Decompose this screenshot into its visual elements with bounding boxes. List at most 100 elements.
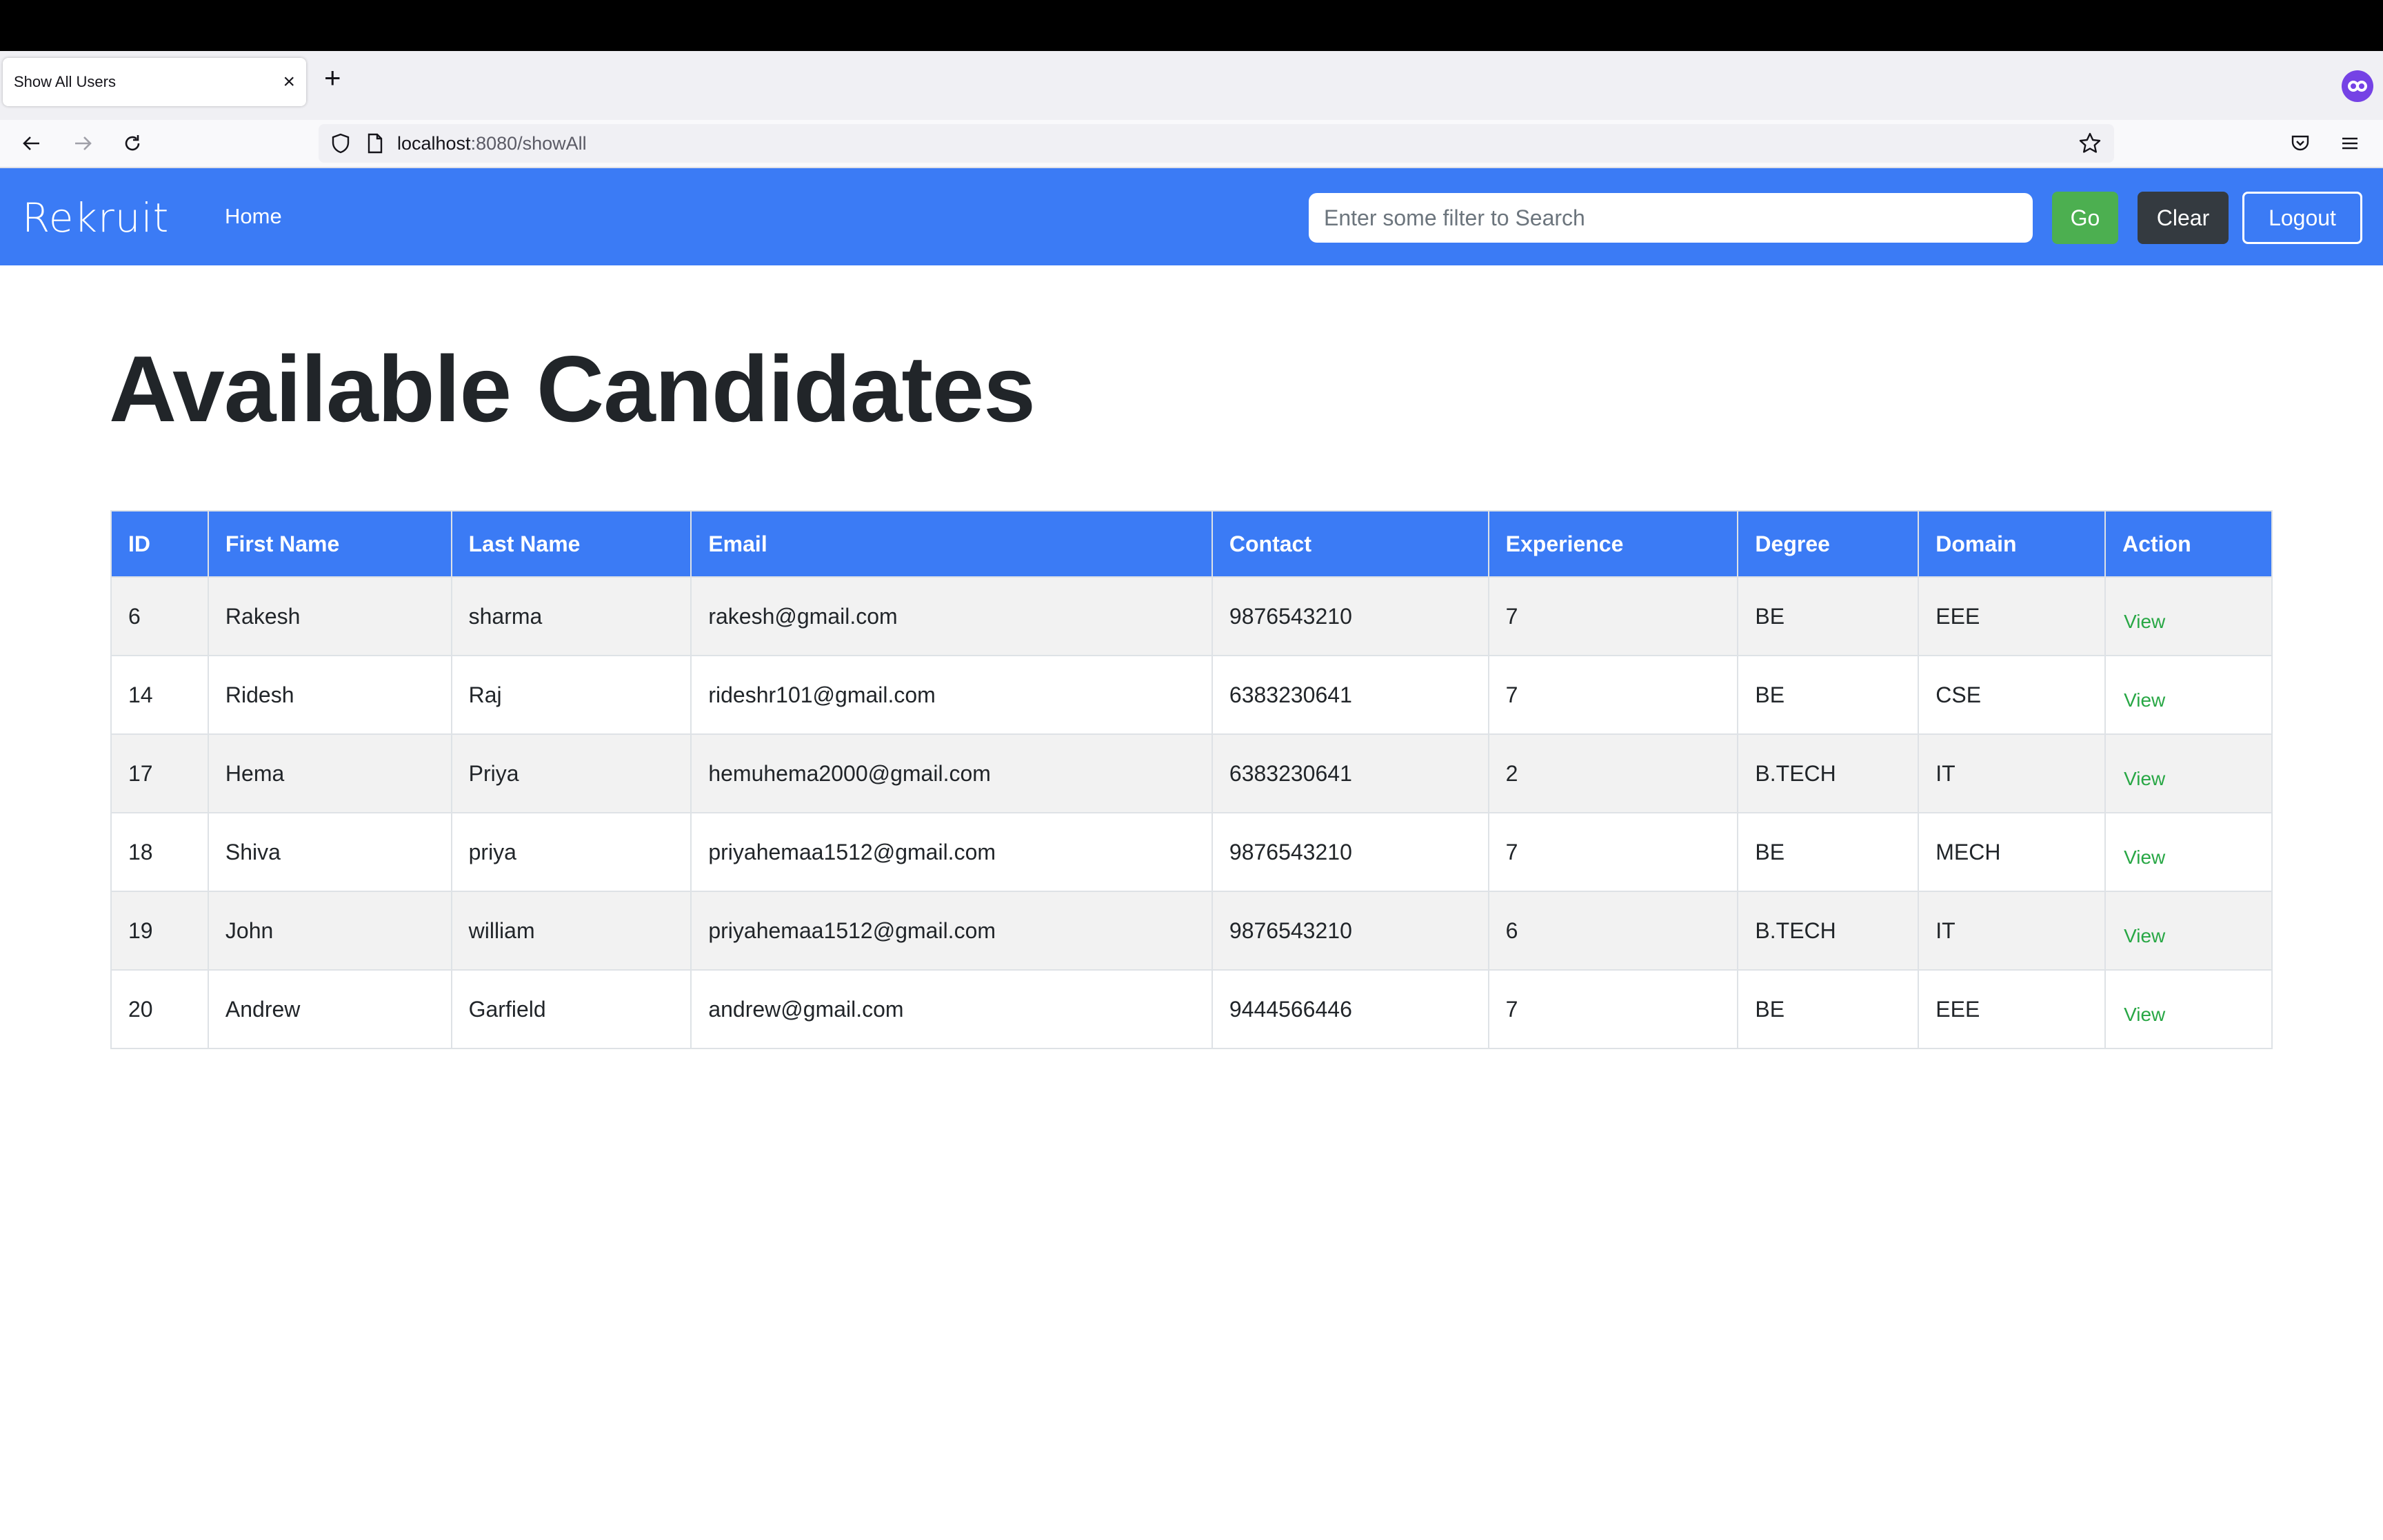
cell-contact: 9876543210 [1211,576,1489,656]
nav-link-home[interactable]: Home [225,204,282,229]
table-row: 17 Hema Priya hemuhema2000@gmail.com 638… [110,733,2273,813]
page-info-icon[interactable] [367,133,383,154]
cell-degree: B.TECH [1737,891,1920,971]
logout-button[interactable]: Logout [2242,192,2362,244]
candidates-table: ID First Name Last Name Email Contact Ex… [110,510,2273,1049]
forward-icon[interactable] [69,130,97,157]
table-row: 20 Andrew Garfield andrew@gmail.com 9444… [110,969,2273,1049]
cell-first-name: John [207,891,452,971]
cell-action: View [2104,576,2273,656]
cell-domain: EEE [1918,969,2107,1049]
table-header-row: ID First Name Last Name Email Contact Ex… [110,510,2273,578]
search-input[interactable] [1309,193,2033,243]
cell-experience: 7 [1487,969,1739,1049]
cell-domain: CSE [1918,655,2107,735]
cell-degree: BE [1737,655,1920,735]
cell-last-name: priya [450,812,692,892]
browser-toolbar: localhost:8080/showAll [0,120,2383,168]
cell-experience: 7 [1487,812,1739,892]
cell-first-name: Shiva [207,812,452,892]
view-link[interactable]: View [2124,925,2165,946]
cell-first-name: Hema [207,733,452,813]
cell-degree: BE [1737,576,1920,656]
column-header-id: ID [110,510,209,578]
view-link[interactable]: View [2124,689,2165,711]
cell-contact: 9876543210 [1211,891,1489,971]
cell-last-name: Priya [450,733,692,813]
brand-logo[interactable]: Rekruit [22,194,169,241]
cell-id: 6 [110,576,209,656]
private-browsing-icon [2342,70,2373,102]
shield-icon[interactable] [331,133,350,154]
page-title: Available Candidates [109,336,1036,441]
cell-id: 17 [110,733,209,813]
cell-first-name: Ridesh [207,655,452,735]
browser-tab-bar: Show All Users × + [0,51,2383,120]
cell-last-name: Garfield [450,969,692,1049]
tab-close-icon[interactable]: × [283,72,295,92]
cell-experience: 6 [1487,891,1739,971]
column-header-domain: Domain [1918,510,2107,578]
os-menubar [0,0,2383,51]
url-host: localhost [397,132,471,154]
cell-contact: 9444566446 [1211,969,1489,1049]
cell-last-name: sharma [450,576,692,656]
cell-action: View [2104,655,2273,735]
url-path: :8080/showAll [470,132,587,154]
cell-domain: MECH [1918,812,2107,892]
view-link[interactable]: View [2124,1004,2165,1025]
table-row: 6 Rakesh sharma rakesh@gmail.com 9876543… [110,576,2273,656]
view-link[interactable]: View [2124,847,2165,868]
column-header-action: Action [2104,510,2273,578]
cell-experience: 2 [1487,733,1739,813]
cell-experience: 7 [1487,655,1739,735]
cell-first-name: Rakesh [207,576,452,656]
column-header-contact: Contact [1211,510,1489,578]
browser-tab[interactable]: Show All Users × [3,58,306,106]
cell-first-name: Andrew [207,969,452,1049]
pocket-icon[interactable] [2286,130,2314,157]
cell-domain: IT [1918,733,2107,813]
cell-experience: 7 [1487,576,1739,656]
cell-id: 19 [110,891,209,971]
table-row: 19 John william priyahemaa1512@gmail.com… [110,891,2273,971]
column-header-email: Email [690,510,1213,578]
cell-contact: 6383230641 [1211,733,1489,813]
bookmark-star-icon[interactable] [2078,132,2102,155]
app-navbar: Rekruit Home Go Clear Logout [0,168,2383,265]
cell-email: rideshr101@gmail.com [690,655,1213,735]
cell-contact: 9876543210 [1211,812,1489,892]
tab-title: Show All Users [14,73,116,90]
cell-id: 14 [110,655,209,735]
column-header-experience: Experience [1487,510,1739,578]
table-row: 14 Ridesh Raj rideshr101@gmail.com 63832… [110,655,2273,735]
go-button[interactable]: Go [2052,192,2118,244]
column-header-degree: Degree [1737,510,1920,578]
cell-action: View [2104,891,2273,971]
cell-degree: BE [1737,969,1920,1049]
cell-domain: IT [1918,891,2107,971]
view-link[interactable]: View [2124,768,2165,789]
cell-email: priyahemaa1512@gmail.com [690,891,1213,971]
clear-button[interactable]: Clear [2138,192,2229,244]
cell-action: View [2104,812,2273,892]
cell-action: View [2104,969,2273,1049]
new-tab-icon[interactable]: + [324,63,341,92]
url-text: localhost:8080/showAll [397,133,587,154]
cell-degree: B.TECH [1737,733,1920,813]
cell-last-name: Raj [450,655,692,735]
view-link[interactable]: View [2124,611,2165,632]
cell-id: 20 [110,969,209,1049]
url-bar[interactable]: localhost:8080/showAll [319,124,2114,163]
cell-id: 18 [110,812,209,892]
column-header-last-name: Last Name [450,510,692,578]
column-header-first-name: First Name [207,510,452,578]
cell-email: priyahemaa1512@gmail.com [690,812,1213,892]
cell-action: View [2104,733,2273,813]
cell-domain: EEE [1918,576,2107,656]
cell-email: andrew@gmail.com [690,969,1213,1049]
back-icon[interactable] [18,130,46,157]
menu-icon[interactable] [2336,130,2364,157]
cell-contact: 6383230641 [1211,655,1489,735]
reload-icon[interactable] [119,130,146,157]
